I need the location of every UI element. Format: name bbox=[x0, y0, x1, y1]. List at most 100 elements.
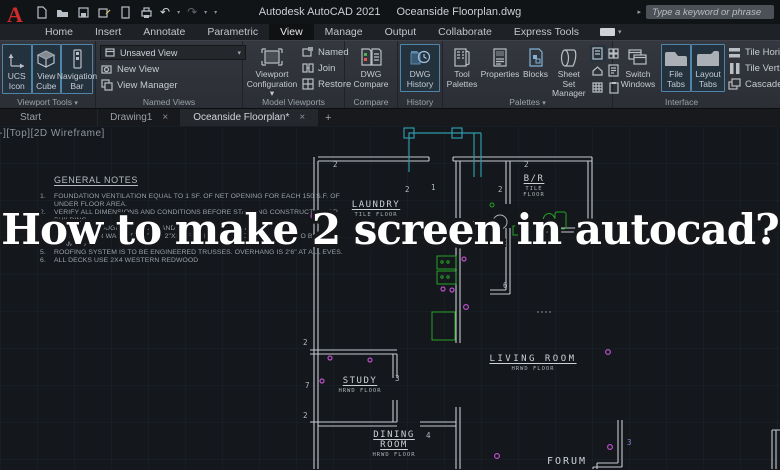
open-file-button[interactable] bbox=[55, 5, 69, 19]
small-palette-button-1[interactable] bbox=[589, 45, 606, 62]
join-viewport-icon bbox=[302, 63, 314, 73]
tile-vertically-button[interactable]: Tile Vertically bbox=[725, 60, 780, 76]
navigation-bar-button[interactable]: Navigation Bar bbox=[57, 44, 97, 94]
navigation-bar-icon bbox=[73, 49, 82, 69]
panel-label-history: History bbox=[406, 97, 434, 107]
panel-named-views: Unsaved View ▾ New View View Manager Nam… bbox=[96, 41, 246, 108]
small-palette-button-5[interactable] bbox=[590, 79, 606, 96]
undo-button[interactable]: ↶ bbox=[160, 6, 170, 18]
viewport-configuration-label: Viewport Configuration ▾ bbox=[246, 69, 298, 98]
properties-label: Properties bbox=[480, 69, 520, 79]
join-label: Join bbox=[318, 62, 336, 74]
layout-tabs-label: Layout Tabs bbox=[695, 69, 721, 89]
tab-manage[interactable]: Manage bbox=[314, 24, 374, 40]
file-tab-start[interactable]: Start bbox=[8, 109, 99, 126]
cascade-button[interactable]: Cascade bbox=[725, 76, 780, 92]
ucs-icon-button[interactable]: UCS Icon bbox=[2, 44, 32, 94]
blocks-button[interactable]: Blocks bbox=[521, 44, 550, 83]
switch-windows-label: Switch Windows bbox=[620, 69, 656, 89]
file-tabs-button[interactable]: File Tabs bbox=[661, 44, 691, 92]
dim-number: 2 bbox=[303, 338, 308, 347]
panel-label-interface: Interface bbox=[665, 97, 699, 107]
tab-express-tools[interactable]: Express Tools bbox=[503, 24, 590, 40]
view-state-icon bbox=[105, 48, 115, 57]
room-label-dining-room: DINING ROOM HRWD FLOOR bbox=[372, 430, 416, 458]
tab-collaborate[interactable]: Collaborate bbox=[427, 24, 503, 40]
close-icon[interactable]: × bbox=[162, 112, 168, 123]
file-tab-label: Start bbox=[20, 112, 42, 123]
view-manager-icon bbox=[101, 79, 113, 91]
panel-model-viewports: Viewport Configuration ▾ Named Join Rest… bbox=[243, 41, 351, 108]
drawing-canvas[interactable]: [-][Top][2D Wireframe] 2 2 1 2 2 6 3 2 7… bbox=[0, 126, 780, 470]
ribbon: UCS Icon View Cube Navigation Bar Viewpo… bbox=[0, 40, 780, 108]
tab-annotate[interactable]: Annotate bbox=[132, 24, 196, 40]
tab-insert[interactable]: Insert bbox=[84, 24, 132, 40]
new-view-icon bbox=[101, 65, 112, 74]
file-tab-label: Drawing1 bbox=[110, 112, 153, 123]
named-viewport-icon bbox=[302, 47, 313, 57]
panel-label-named-views: Named Views bbox=[142, 97, 196, 107]
viewport-configuration-button[interactable]: Viewport Configuration ▾ bbox=[245, 44, 299, 102]
new-view-button[interactable]: New View bbox=[98, 61, 246, 77]
tile-horizontal-icon bbox=[729, 47, 740, 57]
plot-button[interactable] bbox=[139, 5, 153, 19]
dwg-compare-label: DWG Compare bbox=[353, 69, 389, 89]
save-as-icon bbox=[97, 7, 110, 18]
tool-palettes-button[interactable]: Tool Palettes bbox=[445, 44, 479, 92]
file-tab-drawing1[interactable]: Drawing1 × bbox=[98, 109, 182, 126]
chevron-down-icon: ▾ bbox=[618, 29, 622, 36]
note-item: 6. ALL DECKS USE 2X4 WESTERN REDWOOD bbox=[40, 257, 199, 264]
search-input[interactable] bbox=[646, 5, 774, 19]
redo-dropdown-icon[interactable]: ▾ bbox=[204, 9, 207, 16]
panel-label-viewport-tools[interactable]: Viewport Tools ▾ bbox=[0, 97, 95, 108]
redo-button[interactable]: ↷ bbox=[187, 6, 197, 18]
tab-output[interactable]: Output bbox=[374, 24, 428, 40]
tab-parametric[interactable]: Parametric bbox=[196, 24, 269, 40]
dwg-compare-button[interactable]: DWG Compare bbox=[347, 44, 395, 92]
view-manager-button[interactable]: View Manager bbox=[98, 77, 246, 93]
file-tab-oceanside-floorplan[interactable]: Oceanside Floorplan* × bbox=[181, 109, 319, 126]
dwg-compare-icon bbox=[361, 48, 382, 66]
title-bar: A ↶ ▾ ↷ ▾ ▾ Autodesk AutoCAD 2021 Oceans… bbox=[0, 0, 780, 27]
new-drawing-tab-button[interactable]: + bbox=[318, 109, 338, 126]
new-file-icon bbox=[36, 5, 47, 19]
autocad-logo-icon[interactable]: A bbox=[3, 1, 27, 31]
room-label-study: STUDY HRWD FLOOR bbox=[338, 376, 382, 394]
navigation-bar-label: Navigation Bar bbox=[56, 71, 98, 91]
sheet-set-manager-button[interactable]: Sheet Set Manager bbox=[550, 44, 588, 102]
save-as-button[interactable] bbox=[97, 5, 111, 19]
publish-button[interactable] bbox=[118, 5, 132, 19]
tab-home[interactable]: Home bbox=[34, 24, 84, 40]
dim-number: 2 bbox=[333, 160, 338, 169]
close-icon[interactable]: × bbox=[299, 112, 305, 123]
undo-dropdown-icon[interactable]: ▾ bbox=[177, 9, 180, 16]
file-tabs-icon bbox=[665, 52, 687, 66]
open-folder-icon bbox=[56, 9, 68, 17]
ribbon-display-toggle[interactable]: ▾ bbox=[600, 24, 622, 40]
redo-icon: ↷ bbox=[187, 5, 198, 19]
plot-printer-icon bbox=[140, 6, 152, 18]
app-title: Autodesk AutoCAD 2021 bbox=[258, 6, 381, 18]
small-palette-button-3[interactable] bbox=[590, 62, 606, 79]
room-label-forum: FORUM bbox=[546, 456, 588, 467]
search-expand-icon[interactable]: ▸ bbox=[637, 8, 641, 16]
panel-compare: DWG Compare Compare bbox=[345, 41, 398, 108]
deck-outline-group bbox=[403, 127, 482, 177]
layout-tabs-button[interactable]: Layout Tabs bbox=[691, 44, 725, 92]
dim-number: 2 bbox=[405, 185, 410, 194]
dim-number: 1 bbox=[431, 183, 436, 192]
save-button[interactable] bbox=[76, 5, 90, 19]
dim-number: 6 bbox=[503, 281, 508, 290]
new-file-button[interactable] bbox=[34, 5, 48, 19]
view-combo[interactable]: Unsaved View ▾ bbox=[100, 45, 246, 60]
dwg-history-button[interactable]: DWG History bbox=[400, 44, 440, 92]
tile-horizontally-button[interactable]: Tile Horizontally bbox=[725, 44, 780, 60]
panel-label-palettes[interactable]: Palettes ▾ bbox=[443, 97, 612, 108]
cascade-icon bbox=[728, 77, 741, 90]
tab-view[interactable]: View bbox=[269, 24, 314, 40]
blocks-label: Blocks bbox=[523, 69, 549, 79]
switch-windows-button[interactable]: Switch Windows bbox=[615, 44, 661, 92]
qat-customize-icon[interactable]: ▾ bbox=[214, 9, 217, 16]
properties-button[interactable]: Properties bbox=[479, 44, 521, 83]
file-tab-bar: Start Drawing1 × Oceanside Floorplan* × … bbox=[0, 108, 780, 126]
